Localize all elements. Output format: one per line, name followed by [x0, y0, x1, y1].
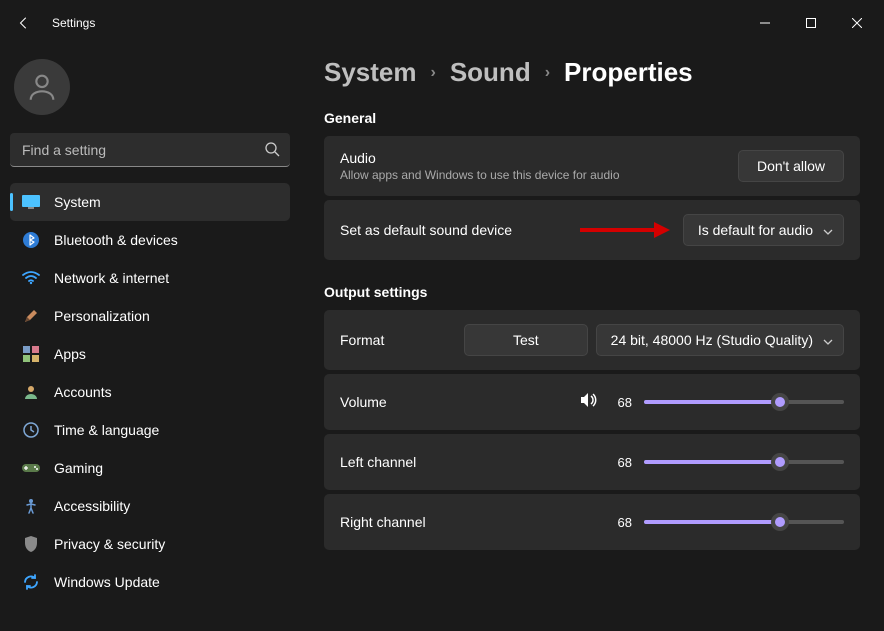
nav-label: Time & language	[54, 422, 159, 438]
chevron-down-icon	[823, 222, 833, 238]
nav-label: Network & internet	[54, 270, 169, 286]
accessibility-icon	[22, 497, 40, 515]
search-icon	[264, 141, 280, 162]
gamepad-icon	[22, 459, 40, 477]
nav-item-time[interactable]: Time & language	[10, 411, 290, 449]
nav-label: Gaming	[54, 460, 103, 476]
nav-list: System Bluetooth & devices Network & int…	[10, 183, 290, 601]
section-output: Output settings	[324, 284, 860, 300]
speaker-icon[interactable]	[580, 392, 598, 413]
nav-item-bluetooth[interactable]: Bluetooth & devices	[10, 221, 290, 259]
window-title: Settings	[52, 16, 95, 30]
default-device-label: Set as default sound device	[340, 222, 683, 238]
minimize-button[interactable]	[742, 7, 788, 39]
nav-item-apps[interactable]: Apps	[10, 335, 290, 373]
default-device-dropdown[interactable]: Is default for audio	[683, 214, 844, 246]
main-content: System › Sound › Properties General Audi…	[300, 45, 884, 631]
default-device-card: Set as default sound device Is default f…	[324, 200, 860, 260]
volume-label: Volume	[340, 394, 580, 410]
test-button[interactable]: Test	[464, 324, 588, 356]
breadcrumb-system[interactable]: System	[324, 57, 417, 88]
nav-item-update[interactable]: Windows Update	[10, 563, 290, 601]
right-channel-label: Right channel	[340, 514, 610, 530]
right-value: 68	[610, 515, 632, 530]
nav-label: Apps	[54, 346, 86, 362]
wifi-icon	[22, 269, 40, 287]
maximize-button[interactable]	[788, 7, 834, 39]
titlebar: Settings	[0, 0, 884, 45]
nav-item-personalization[interactable]: Personalization	[10, 297, 290, 335]
breadcrumb: System › Sound › Properties	[324, 57, 860, 88]
format-card: Format Test 24 bit, 48000 Hz (Studio Qua…	[324, 310, 860, 370]
update-icon	[22, 573, 40, 591]
left-value: 68	[610, 455, 632, 470]
chevron-right-icon: ›	[545, 64, 550, 82]
breadcrumb-current: Properties	[564, 57, 693, 88]
nav-label: Accounts	[54, 384, 112, 400]
display-icon	[22, 193, 40, 211]
nav-item-privacy[interactable]: Privacy & security	[10, 525, 290, 563]
dropdown-value: 24 bit, 48000 Hz (Studio Quality)	[611, 332, 813, 348]
search-box[interactable]	[10, 133, 290, 167]
nav-label: Privacy & security	[54, 536, 165, 552]
nav-item-system[interactable]: System	[10, 183, 290, 221]
format-dropdown[interactable]: 24 bit, 48000 Hz (Studio Quality)	[596, 324, 844, 356]
volume-slider[interactable]	[644, 400, 844, 404]
shield-icon	[22, 535, 40, 553]
nav-item-gaming[interactable]: Gaming	[10, 449, 290, 487]
section-general: General	[324, 110, 860, 126]
sidebar: System Bluetooth & devices Network & int…	[0, 45, 300, 631]
search-input[interactable]	[10, 133, 290, 167]
nav-item-accessibility[interactable]: Accessibility	[10, 487, 290, 525]
back-button[interactable]	[4, 3, 44, 43]
apps-icon	[22, 345, 40, 363]
bluetooth-icon	[22, 231, 40, 249]
window-controls	[742, 7, 880, 39]
user-avatar[interactable]	[14, 59, 70, 115]
close-button[interactable]	[834, 7, 880, 39]
nav-label: Bluetooth & devices	[54, 232, 178, 248]
nav-label: System	[54, 194, 101, 210]
dropdown-value: Is default for audio	[698, 222, 813, 238]
brush-icon	[22, 307, 40, 325]
dont-allow-button[interactable]: Don't allow	[738, 150, 844, 182]
chevron-right-icon: ›	[431, 64, 436, 82]
breadcrumb-sound[interactable]: Sound	[450, 57, 531, 88]
format-label: Format	[340, 332, 464, 348]
person-icon	[22, 383, 40, 401]
audio-card: Audio Allow apps and Windows to use this…	[324, 136, 860, 196]
chevron-down-icon	[823, 332, 833, 348]
left-channel-label: Left channel	[340, 454, 610, 470]
left-slider[interactable]	[644, 460, 844, 464]
nav-label: Accessibility	[54, 498, 130, 514]
nav-label: Personalization	[54, 308, 150, 324]
nav-item-network[interactable]: Network & internet	[10, 259, 290, 297]
audio-desc: Allow apps and Windows to use this devic…	[340, 168, 738, 182]
right-slider[interactable]	[644, 520, 844, 524]
volume-card: Volume 68	[324, 374, 860, 430]
right-channel-card: Right channel 68	[324, 494, 860, 550]
nav-item-accounts[interactable]: Accounts	[10, 373, 290, 411]
left-channel-card: Left channel 68	[324, 434, 860, 490]
audio-title: Audio	[340, 150, 738, 166]
volume-value: 68	[610, 395, 632, 410]
clock-icon	[22, 421, 40, 439]
nav-label: Windows Update	[54, 574, 160, 590]
